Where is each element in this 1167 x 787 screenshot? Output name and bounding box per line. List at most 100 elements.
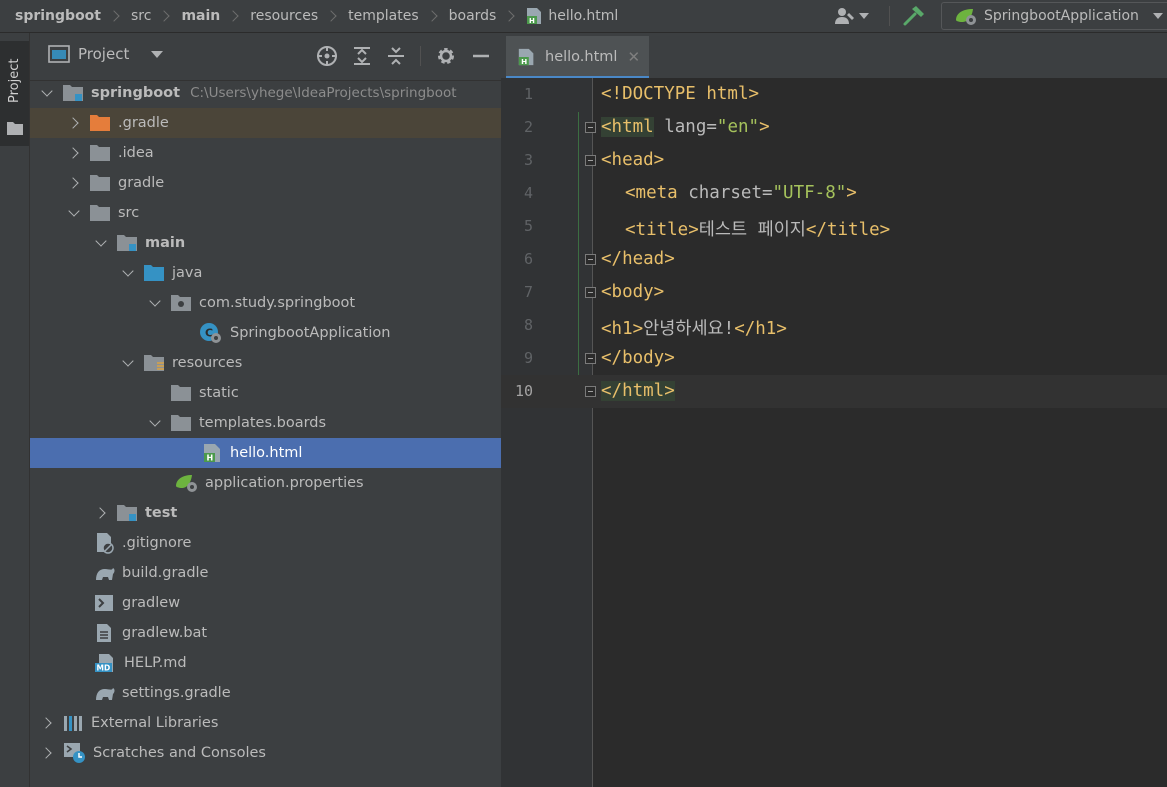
html-file-icon: H [527,8,542,25]
tab-hello-html[interactable]: H hello.html ✕ [506,36,649,78]
tree-item-application-properties[interactable]: application.properties [30,468,501,498]
breadcrumb-item-src[interactable]: src [116,0,171,32]
minimize-icon[interactable] [471,45,491,67]
folder-icon [171,385,191,401]
expand-arrow-icon[interactable] [66,116,81,130]
code-line[interactable]: 7 <body> [501,276,1167,309]
breadcrumb-item-springboot[interactable]: springboot [0,0,120,32]
line-number: 2 [523,118,533,136]
code-line[interactable]: 9 </body> [501,342,1167,375]
code-line-current[interactable]: 10 </html> [501,375,1167,408]
breadcrumb-item-main[interactable]: main [166,0,239,32]
code-line[interactable]: 2 <html lang="en"> [501,111,1167,144]
code-line[interactable]: 6 </head> [501,243,1167,276]
tree-item-settings-gradle[interactable]: settings.gradle [30,678,501,708]
fold-icon[interactable] [585,386,596,397]
tree-item-idea[interactable]: .idea [30,138,501,168]
breadcrumb-label: src [131,8,152,24]
expand-arrow-icon[interactable] [67,205,81,220]
collapse-all-icon[interactable] [386,45,406,67]
expand-arrow-icon[interactable] [148,295,162,310]
source-folder-icon [144,265,164,281]
fold-icon[interactable] [585,353,596,364]
svg-text:H: H [207,454,214,463]
project-tool-window-button[interactable]: Project [0,41,29,146]
tree-item-java[interactable]: java [30,258,501,288]
tree-item-src[interactable]: src [30,198,501,228]
code-text: <html lang="en"> [601,117,770,137]
fold-icon[interactable] [585,122,596,133]
tree-item-templates-boards[interactable]: templates.boards [30,408,501,438]
editor: H hello.html ✕ 1 <!DOCTYPE html> 2 <html… [501,33,1167,787]
code-text: <h1>안녕하세요!</h1> [601,315,787,340]
ignore-file-icon [97,533,114,554]
tree-item-build-gradle[interactable]: build.gradle [30,558,501,588]
tree-item-hello-html[interactable]: H hello.html [30,438,501,468]
tree-item-resources[interactable]: resources [30,348,501,378]
fold-icon[interactable] [585,254,596,265]
text-file-icon [97,624,111,642]
html-file-icon: H [518,48,534,66]
vcs-user-button[interactable] [834,7,869,25]
build-hammer-icon[interactable] [902,5,926,27]
tree-item-package[interactable]: com.study.springboot [30,288,501,318]
expand-arrow-icon[interactable] [93,506,108,520]
breadcrumb-label: templates [348,8,419,24]
folder-icon [90,205,110,221]
breadcrumb-item-hello-html[interactable]: H hello.html [511,0,618,32]
expand-arrow-icon[interactable] [66,176,81,190]
tree-item-springboot[interactable]: springboot C:\Users\yhege\IdeaProjects\s… [30,78,501,108]
expand-all-icon[interactable] [352,45,372,67]
code-line[interactable]: 1 <!DOCTYPE html> [501,78,1167,111]
tree-item-springboot-application[interactable]: C SpringbootApplication [30,318,501,348]
code-line[interactable]: 4 <meta charset="UTF-8"> [501,177,1167,210]
code-line[interactable]: 3 <head> [501,144,1167,177]
tree-item-help-md[interactable]: MD HELP.md [30,648,501,678]
tree-item-label: main [145,235,186,251]
tab-label: hello.html [545,49,618,65]
gear-icon[interactable] [435,45,457,67]
code-area[interactable]: 1 <!DOCTYPE html> 2 <html lang="en"> 3 <… [501,78,1167,408]
spring-properties-icon [176,475,197,492]
breadcrumb-item-resources[interactable]: resources [235,0,337,32]
tree-item-label: java [172,265,203,281]
tree-item-label: gradle [118,175,165,191]
expand-arrow-icon[interactable] [40,85,54,100]
tree-item-main[interactable]: main [30,228,501,258]
html-file-icon: H [204,444,220,463]
tree-item-scratches[interactable]: Scratches and Consoles [30,738,501,768]
fold-icon[interactable] [585,287,596,298]
tree-item-external-libraries[interactable]: External Libraries [30,708,501,738]
tree-item-gradle-cache[interactable]: .gradle [30,108,501,138]
expand-arrow-icon[interactable] [94,235,108,250]
expand-arrow-icon[interactable] [39,746,54,760]
fold-icon[interactable] [585,155,596,166]
tree-item-gradlew[interactable]: gradlew [30,588,501,618]
run-configuration-selector[interactable]: SpringbootApplication [941,2,1167,30]
close-icon[interactable]: ✕ [627,48,640,66]
gradle-elephant-icon [96,688,115,700]
breadcrumb-item-templates[interactable]: templates [333,0,438,32]
chevron-down-icon [151,50,164,58]
tree-item-gradlew-bat[interactable]: gradlew.bat [30,618,501,648]
project-view-selector[interactable]: Project [48,45,164,63]
tree-item-gradle[interactable]: gradle [30,168,501,198]
folder-icon [171,415,191,431]
code-line[interactable]: 8 <h1>안녕하세요!</h1> [501,309,1167,342]
tree-item-gitignore[interactable]: .gitignore [30,528,501,558]
tree-item-label: .gitignore [122,535,192,551]
tree-item-test[interactable]: test [30,498,501,528]
expand-arrow-icon[interactable] [121,265,135,280]
expand-arrow-icon[interactable] [121,355,135,370]
tree-item-static[interactable]: static [30,378,501,408]
expand-arrow-icon[interactable] [66,146,81,160]
value-token: "en" [716,117,760,137]
project-panel: Project springboot C:\Users\yhege\IdeaPr… [30,33,501,787]
expand-arrow-icon[interactable] [39,716,54,730]
code-line[interactable]: 5 <title>테스트 페이지</title> [501,210,1167,243]
expand-arrow-icon[interactable] [148,415,162,430]
markdown-file-icon: MD [95,654,113,673]
locate-icon[interactable] [316,45,338,67]
line-number: 1 [523,85,533,103]
breadcrumb-item-boards[interactable]: boards [434,0,516,32]
